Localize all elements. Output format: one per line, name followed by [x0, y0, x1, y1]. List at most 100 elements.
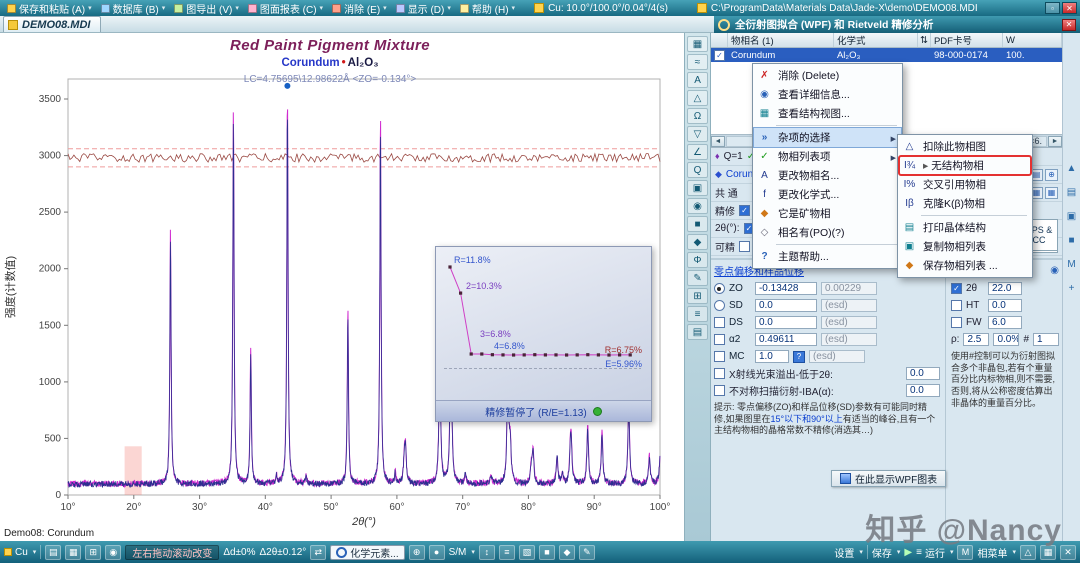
menu-database[interactable]: 数据库 (B) — [97, 0, 170, 16]
menu-item-misc-options[interactable]: » 杂项的选择 — [753, 127, 902, 148]
strip-icon-5[interactable]: Ω — [687, 108, 709, 124]
phase-checkbox[interactable] — [713, 49, 725, 61]
square-icon[interactable]: ■ — [538, 544, 555, 560]
strip-icon-2[interactable]: ≈ — [687, 54, 709, 70]
sort-icon[interactable]: ⇅ — [918, 33, 931, 47]
ds-checkbox[interactable] — [713, 317, 725, 328]
amorphous-ht-checkbox[interactable] — [950, 300, 962, 311]
swap-icon[interactable]: ⇄ — [310, 544, 327, 560]
menu-item-delete[interactable]: ✗ 消除 (Delete) — [754, 66, 901, 85]
strip-icon-3[interactable]: A — [687, 72, 709, 88]
strip-icon-14[interactable]: ✎ — [687, 270, 709, 286]
menu-report[interactable]: 图面报表 (C) — [244, 0, 327, 16]
amorphous-fw-value[interactable]: 6.0 — [987, 316, 1022, 329]
mc-help-button[interactable]: ? — [792, 350, 805, 363]
strip-icon-11[interactable]: ■ — [687, 216, 709, 232]
amorphous-fw-checkbox[interactable] — [950, 317, 962, 328]
pattern-icon[interactable]: ▧ — [518, 544, 535, 560]
close-button[interactable] — [1062, 2, 1077, 14]
beam-overflow-checkbox[interactable] — [713, 368, 725, 379]
sb-icon-1[interactable]: ▤ — [45, 544, 62, 560]
grid2-icon[interactable]: ▦ — [1045, 186, 1058, 199]
list-icon[interactable]: ≡ — [498, 544, 515, 560]
chemistry-filter-button[interactable]: 化学元素... — [330, 544, 405, 560]
amorphous-options-icon[interactable]: ◉ — [1050, 265, 1059, 276]
strip-icon-1[interactable]: ▦ — [687, 36, 709, 52]
menu-item-po-name[interactable]: ◇ 相名有(PO)(?) — [754, 223, 901, 242]
add-icon[interactable]: ⊕ — [408, 544, 425, 560]
menu-item-structure-view[interactable]: ▦ 查看结构视图... — [754, 104, 901, 123]
dot-icon[interactable]: ● — [428, 544, 445, 560]
menu-item-details[interactable]: ◉ 查看详细信息... — [754, 85, 901, 104]
close-panel-icon[interactable]: ✕ — [1060, 544, 1076, 560]
strip-icon-15[interactable]: ⊞ — [687, 288, 709, 304]
sd-value-field[interactable]: 0.0 — [754, 299, 817, 312]
menu-item-change-formula[interactable]: f 更改化学式... — [754, 185, 901, 204]
menu-item-topic-help[interactable]: ? 主题帮助... — [754, 247, 901, 266]
submenu-item-cross-reference[interactable]: I% 交叉引用物相 — [899, 175, 1031, 194]
settings-button[interactable]: 设置 — [834, 545, 863, 560]
side-icon-4[interactable]: ■ — [1068, 235, 1074, 246]
show-wpf-chart-button[interactable]: 在此显示WPF图表 — [830, 470, 947, 487]
side-icon-1[interactable]: ▲ — [1067, 163, 1077, 174]
delta-d-label[interactable]: Δd±0% — [223, 547, 255, 558]
percent-value[interactable]: 0.0% — [993, 333, 1020, 346]
amorphous-ht-value[interactable]: 0.0 — [987, 299, 1022, 312]
diamond-icon[interactable]: ◆ — [558, 544, 575, 560]
sm-toggle[interactable]: S/M — [449, 547, 475, 558]
strip-icon-17[interactable]: ▤ — [687, 324, 709, 340]
mc-checkbox[interactable] — [713, 351, 725, 362]
tab-demo08[interactable]: DEMO08.MDI — [3, 16, 102, 32]
submenu-item-clone-kbeta[interactable]: Iβ 克隆K(β)物相 — [899, 194, 1031, 213]
menu-item-phase-list[interactable]: ✓ 物相列表项 — [754, 147, 901, 166]
menu-save-paste[interactable]: 保存和粘贴 (A) — [3, 0, 96, 16]
strip-icon-12[interactable]: ◆ — [687, 234, 709, 250]
add-icon[interactable]: ⊕ — [1045, 168, 1058, 181]
strip-icon-9[interactable]: ▣ — [687, 180, 709, 196]
weight-header[interactable]: W — [1003, 33, 1062, 47]
scroll-left-button[interactable] — [710, 135, 725, 147]
minimize-button[interactable] — [1045, 2, 1060, 14]
refine-checkbox[interactable] — [738, 205, 750, 216]
sd-radio[interactable] — [713, 300, 725, 311]
side-icon-5[interactable]: M — [1067, 259, 1075, 270]
zo-value-field[interactable]: -0.13428 — [754, 282, 817, 295]
submenu-item-copy-phase-list[interactable]: ▣ 复制物相列表 — [899, 237, 1031, 256]
side-icon-3[interactable]: ▣ — [1067, 211, 1076, 222]
menu-item-is-mineral[interactable]: ◆ 它是矿物相 — [754, 204, 901, 223]
phase-row-corundum[interactable]: Corundum Al₂O₃ 98-000-0174 100. — [710, 48, 1062, 62]
hump-count-value[interactable]: 1 — [1033, 333, 1059, 346]
submenu-item-print-structure[interactable]: ▤ 打印晶体结构 — [899, 218, 1031, 237]
menu-export[interactable]: 图导出 (V) — [170, 0, 243, 16]
zo-radio[interactable] — [713, 283, 725, 294]
beam-overflow-value[interactable]: 0.0 — [905, 367, 940, 380]
side-icon-2[interactable]: ▤ — [1067, 187, 1076, 198]
updown-icon[interactable]: ↕ — [478, 544, 495, 560]
strip-icon-13[interactable]: Φ — [687, 252, 709, 268]
submenu-item-save-phase-list[interactable]: ◆ 保存物相列表 ... — [899, 256, 1031, 275]
strip-icon-8[interactable]: Q — [687, 162, 709, 178]
asymmetry-value[interactable]: 0.0 — [905, 384, 940, 397]
mc-value-field[interactable]: 1.0 — [754, 350, 789, 363]
delta-2theta-label[interactable]: Δ2θ±0.12° — [260, 547, 307, 558]
strip-icon-16[interactable]: ≡ — [687, 306, 709, 322]
rho-value[interactable]: 2.5 — [963, 333, 990, 346]
edit-icon[interactable]: ✎ — [578, 544, 595, 560]
sb-icon-3[interactable]: ⊞ — [85, 544, 102, 560]
menu-clear[interactable]: 消除 (E) — [328, 0, 391, 16]
menu-display[interactable]: 显示 (D) — [392, 0, 455, 16]
scroll-right-button[interactable] — [1048, 135, 1062, 147]
strip-icon-10[interactable]: ◉ — [687, 198, 709, 214]
menu-item-rename-phase[interactable]: A 更改物相名... — [754, 166, 901, 185]
sb-icon-2[interactable]: ▦ — [65, 544, 82, 560]
anode-selector[interactable]: Cu — [4, 547, 36, 558]
submenu-item-structureless-phase[interactable]: I¾无结构物相 — [898, 155, 1032, 176]
alpha2-checkbox[interactable] — [713, 334, 725, 345]
submenu-item-subtract-pattern[interactable]: △ 扣除此物相图 — [899, 137, 1031, 156]
menu-help[interactable]: 帮助 (H) — [456, 0, 519, 16]
amorphous-2theta-checkbox[interactable] — [950, 283, 962, 294]
panel-close-button[interactable] — [1062, 18, 1076, 31]
phase-name-header[interactable]: 物相名 (1) — [728, 33, 834, 47]
alpha2-value-field[interactable]: 0.49611 — [754, 333, 817, 346]
pdf-card-header[interactable]: PDF卡号 — [931, 33, 1003, 47]
